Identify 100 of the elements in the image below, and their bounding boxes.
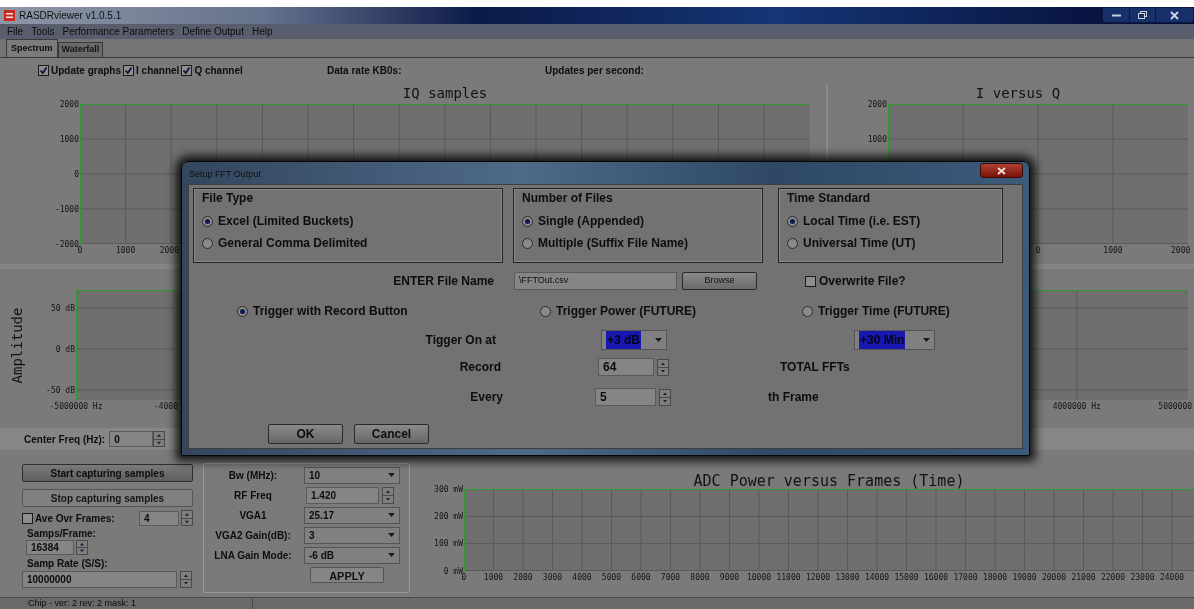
dialog-button[interactable]: Cancel [354, 423, 429, 444]
close-button[interactable] [1155, 8, 1193, 22]
axis-tick-label: 1000 [1103, 246, 1123, 255]
checkbox-option[interactable]: I channel [123, 62, 180, 78]
axis-tick-label: 300 mW [434, 484, 463, 494]
radio-option[interactable]: General Comma Delimited [202, 236, 502, 250]
dropdown[interactable]: -6 dB [304, 546, 400, 564]
radio-option[interactable]: Universal Time (UT) [787, 236, 1002, 250]
restore-icon [1138, 11, 1147, 19]
radio-option[interactable]: Local Time (i.e. EST) [787, 214, 1002, 228]
axis-tick-label: -5000000 Hz [49, 402, 103, 411]
radio-button[interactable] [522, 237, 533, 249]
radio-option[interactable]: Excel (Limited Buckets) [202, 214, 502, 228]
input-field[interactable]: 0 [109, 431, 154, 447]
menu-item[interactable]: Tools [27, 24, 59, 39]
axis-tick-label: 19000 [1012, 573, 1037, 582]
axis-tick-label: 100 mW [434, 539, 463, 549]
window-title: RASDRviewer v1.0.5.1 [19, 9, 122, 23]
browse-button[interactable]: Browse [682, 272, 757, 290]
capture-button[interactable]: Stop capturing samples [22, 489, 193, 507]
input-field[interactable]: 64 [598, 358, 654, 376]
restore-button[interactable] [1129, 8, 1155, 22]
close-button[interactable] [980, 163, 1023, 178]
dialog-title: Setup FFT Output [189, 168, 261, 181]
radio-option[interactable]: Multiple (Suffix File Name) [522, 236, 762, 250]
checkbox[interactable] [123, 64, 134, 76]
axis-tick-label: 18000 [982, 573, 1008, 582]
field-label: Samps/Frame: [26, 527, 97, 540]
minimize-icon [1111, 13, 1121, 17]
checkbox-option[interactable]: Update graphs [38, 62, 121, 78]
group-title: File Type [202, 191, 255, 205]
axis-tick-label: 15000 [894, 573, 919, 582]
tab[interactable]: Spectrum [6, 39, 58, 57]
axis-tick-label: 24000 [1159, 573, 1185, 582]
spinner[interactable] [76, 540, 88, 555]
radio-button[interactable] [522, 215, 533, 227]
field-label: Bw (MHz): [227, 468, 279, 483]
checkbox[interactable] [22, 512, 33, 524]
radio-option[interactable]: Trigger Power (FUTURE) [540, 302, 802, 320]
menu-item[interactable]: File [3, 24, 28, 39]
checkbox-option[interactable]: Overwrite File? [805, 272, 906, 290]
checkbox-option[interactable]: Q channel [181, 62, 243, 78]
radio-option[interactable]: Single (Appended) [522, 214, 762, 228]
axis-tick-label: 3000 [542, 573, 563, 582]
group-title: Number of Files [522, 191, 614, 205]
radio-button[interactable] [202, 237, 213, 249]
readout-label: Updates per second: [545, 63, 644, 78]
radio-option[interactable]: Trigger with Record Button [237, 302, 540, 320]
axis-tick-label: 5000 [601, 573, 622, 582]
axis-tick-label: 20000 [1041, 573, 1067, 582]
radio-option[interactable]: Trigger Time (FUTURE) [802, 302, 950, 320]
input-field[interactable]: 10000000 [22, 571, 177, 588]
input-field[interactable]: 5 [595, 388, 656, 406]
field-label: VGA1 [238, 508, 268, 523]
radio-button[interactable] [202, 215, 213, 227]
axis-tick-label: 1000 [59, 134, 79, 144]
axis-tick-label: 0 mW [443, 566, 463, 576]
checkbox[interactable] [181, 64, 193, 76]
axis-tick-label: 5000000 [1158, 402, 1193, 411]
radio-button[interactable] [787, 215, 798, 227]
checkbox[interactable] [38, 64, 49, 76]
axis-tick-label: 23000 [1130, 573, 1155, 582]
capture-button[interactable]: Start capturing samples [22, 464, 193, 482]
input-field[interactable]: 16384 [26, 540, 74, 555]
radio-button[interactable] [787, 237, 798, 249]
spinner[interactable] [382, 486, 394, 504]
radio-button[interactable] [540, 305, 551, 317]
group-title: Time Standard [787, 191, 872, 205]
readout-label: Data rate KB0s: [327, 63, 403, 78]
dropdown[interactable]: 3 [304, 526, 400, 544]
axis-tick-label: 8000 [690, 573, 710, 582]
spinner[interactable] [153, 431, 166, 447]
radio-button[interactable] [237, 305, 248, 317]
menu-item[interactable]: Performance Parameters [58, 24, 179, 39]
field-label: Center Freq (Hz): [24, 432, 106, 447]
dialog-button[interactable]: OK [268, 423, 343, 444]
spinner[interactable] [180, 571, 192, 588]
spinner[interactable] [181, 510, 193, 526]
axis-tick-label: 2000 [513, 573, 533, 582]
dropdown[interactable]: 10 [304, 466, 400, 484]
axis-tick-label: 2000 [59, 99, 79, 109]
input-field[interactable]: 4 [139, 510, 179, 526]
minimize-button[interactable] [1103, 8, 1129, 22]
axis-tick-label: 2000 [867, 99, 887, 109]
axis-tick-label: 4000000 Hz [1052, 402, 1101, 411]
apply-button[interactable]: APPLY [310, 567, 384, 583]
dropdown[interactable]: 25.17 [304, 506, 400, 524]
checkbox[interactable] [805, 275, 816, 287]
menu-item[interactable]: Help [247, 24, 277, 39]
axis-tick-label: 10000 [746, 573, 772, 582]
spinner[interactable] [657, 358, 669, 376]
input-field[interactable]: \FFTOut.csv [514, 272, 677, 290]
tab[interactable]: Waterfall [57, 42, 104, 57]
menu-item[interactable]: Define Output [178, 24, 248, 39]
input-field[interactable]: 1.420 [306, 486, 379, 504]
radio-button[interactable] [802, 305, 813, 317]
axis-tick-label: 16000 [923, 573, 949, 582]
axis-tick-label: 6000 [631, 573, 651, 582]
spinner[interactable] [659, 388, 671, 406]
checkbox-option[interactable]: Ave Ovr Frames: [22, 510, 139, 526]
